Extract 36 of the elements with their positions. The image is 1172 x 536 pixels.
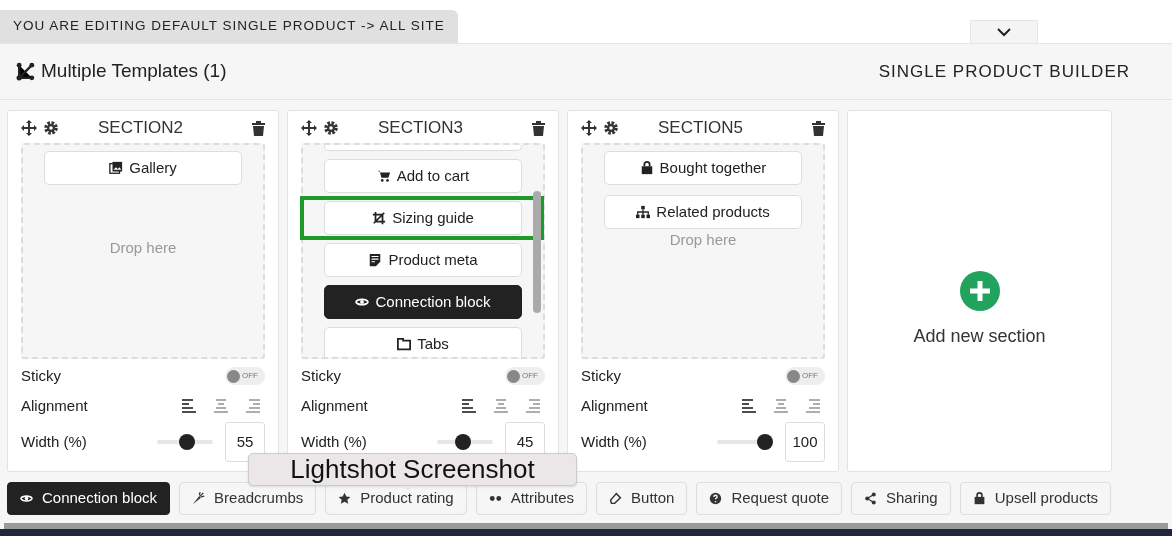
- add-section-card[interactable]: Add new section: [847, 110, 1112, 472]
- sticky-toggle[interactable]: OFF: [225, 367, 265, 385]
- editing-banner: YOU ARE EDITING DEFAULT SINGLE PRODUCT -> ALL SITE: [0, 10, 458, 43]
- block-chip[interactable]: Connection block: [7, 482, 171, 515]
- block-button[interactable]: Tabs: [324, 327, 522, 357]
- alignment-label: Alignment: [301, 395, 369, 416]
- alignment-label: Alignment: [21, 395, 89, 416]
- block-button[interactable]: Connection block: [324, 285, 522, 319]
- sticky-toggle[interactable]: OFF: [785, 367, 825, 385]
- section-title: SECTION3: [378, 117, 463, 140]
- block-chip[interactable]: Button: [596, 482, 688, 515]
- block-button[interactable]: Bought together: [604, 151, 802, 185]
- block-button[interactable]: Product meta: [324, 243, 522, 277]
- block-button[interactable]: Related products: [604, 195, 802, 229]
- block-chip[interactable]: Upsell products: [959, 482, 1112, 515]
- block-button[interactable]: Gallery: [44, 151, 242, 185]
- templates-title: Multiple Templates (1): [41, 59, 228, 84]
- alignment-label: Alignment: [581, 395, 649, 416]
- block-chip[interactable]: Sharing: [851, 482, 951, 515]
- builder-label: SINGLE PRODUCT BUILDER: [878, 60, 1130, 83]
- sticky-label: Sticky: [581, 365, 621, 386]
- sticky-label: Sticky: [21, 365, 61, 386]
- width-label: Width (%): [581, 431, 648, 452]
- width-label: Width (%): [301, 431, 368, 452]
- section-title: SECTION5: [658, 117, 743, 140]
- drop-hint: Drop here: [109, 238, 177, 258]
- block-button[interactable]: Add to cart: [324, 159, 522, 193]
- width-label: Width (%): [21, 431, 88, 452]
- block-button[interactable]: Sizing guide: [324, 201, 522, 235]
- section-title: SECTION2: [98, 117, 183, 140]
- sticky-label: Sticky: [301, 365, 341, 386]
- block-chip[interactable]: Breadcrumbs: [179, 482, 317, 515]
- width-input[interactable]: 100: [785, 422, 825, 462]
- sticky-toggle[interactable]: OFF: [505, 367, 545, 385]
- block-chip[interactable]: Request quote: [696, 482, 842, 515]
- drop-hint: Drop here: [669, 230, 737, 250]
